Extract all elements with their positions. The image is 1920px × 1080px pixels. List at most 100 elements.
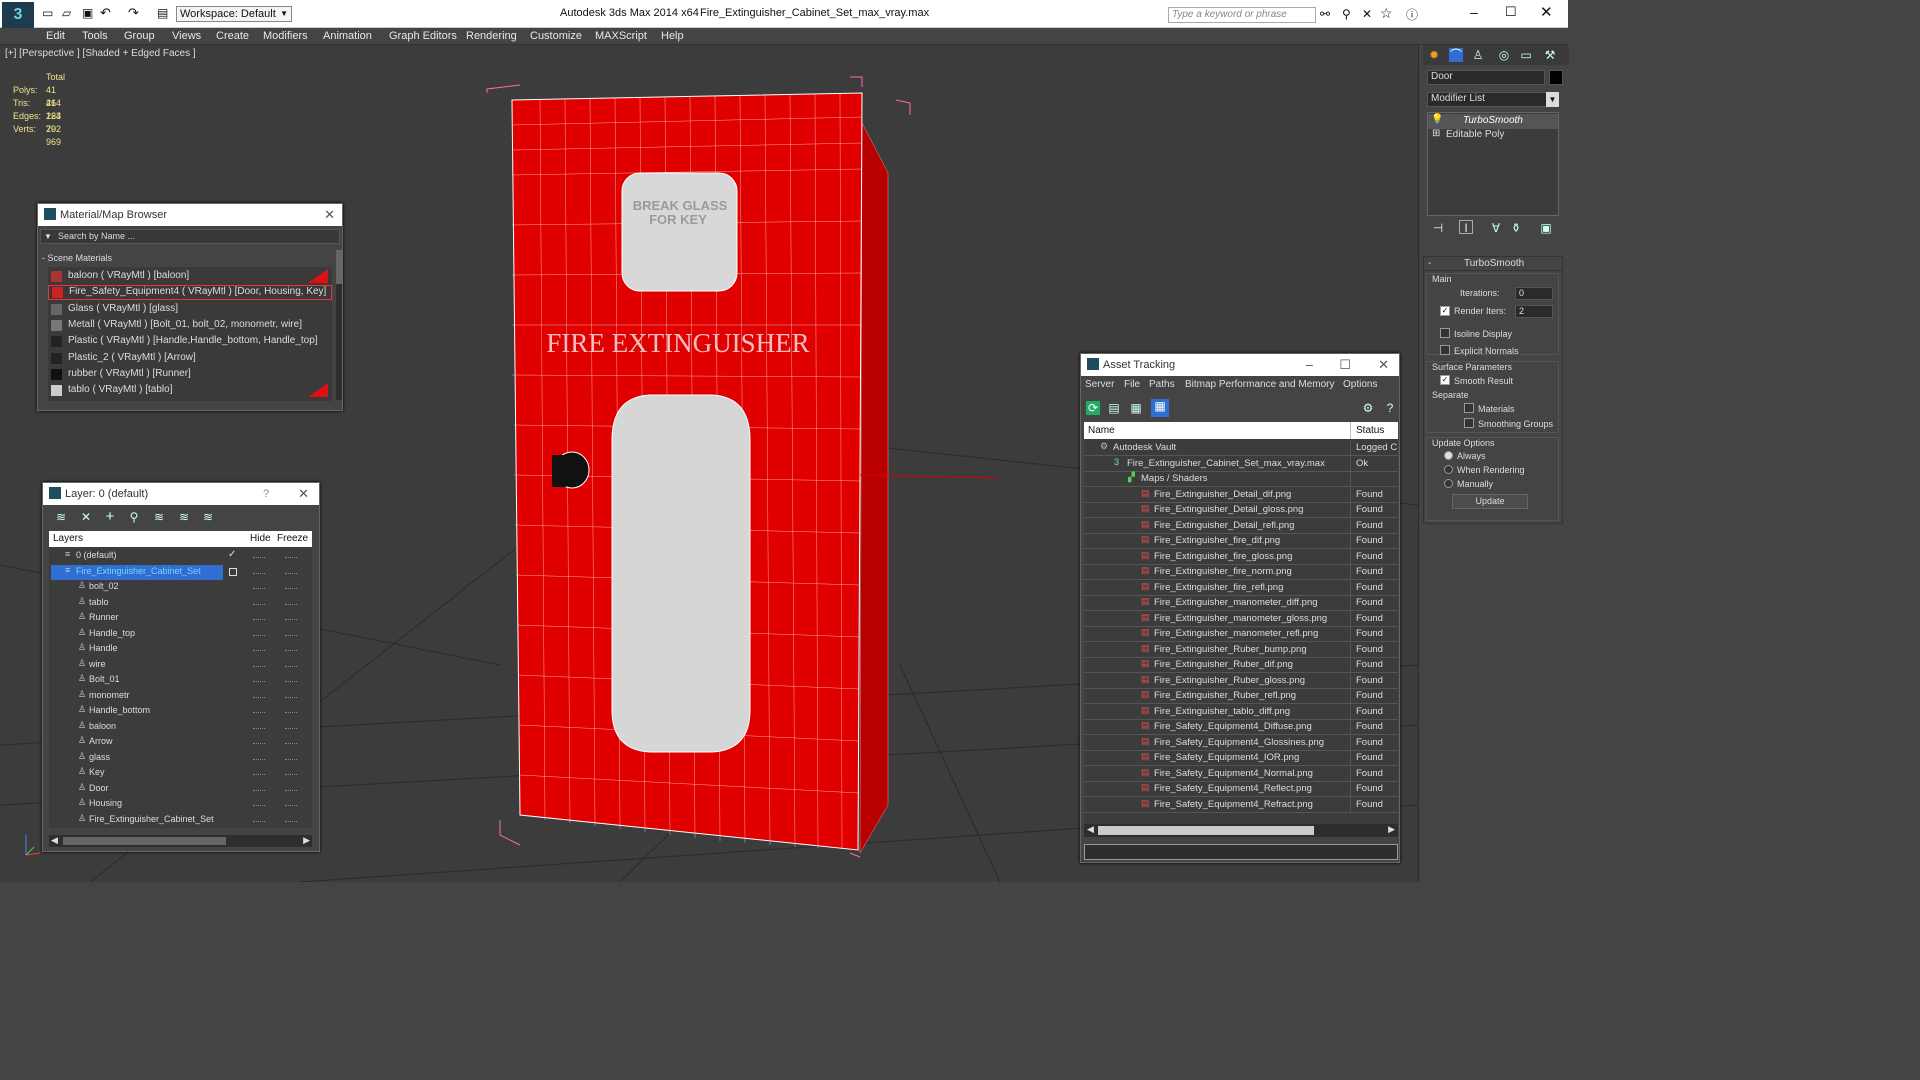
current-layer-check-icon[interactable]: ✓ [228,549,236,560]
make-unique-icon[interactable]: ∀ [1489,221,1503,235]
open-file-icon[interactable]: ▱ [62,6,71,20]
freeze-toggle[interactable] [285,681,297,682]
maximize-icon[interactable]: ☐ [1505,4,1517,20]
redo-icon[interactable]: ↷ [128,5,139,21]
new-file-icon[interactable]: ▭ [42,6,53,20]
menu-help[interactable]: Help [661,30,684,42]
material-item[interactable]: rubber ( VRayMtl ) [Runner] [48,367,332,382]
minimize-icon[interactable]: – [1470,4,1478,20]
menu-views[interactable]: Views [172,30,201,42]
asset-row[interactable]: ▤ Fire_Safety_Equipment4_Glossines.png Fou… [1084,735,1398,751]
hide-toggle[interactable] [253,712,265,713]
hide-toggle[interactable] [253,820,265,822]
menu-maxscript[interactable]: MAXScript [595,30,647,42]
list-view-icon[interactable]: ▤ [1107,401,1121,415]
show-end-result-icon[interactable]: I [1459,220,1473,235]
scroll-right-icon[interactable]: ▶ [303,835,310,846]
layer-row[interactable]: ♙ tablo [49,596,312,611]
asset-row[interactable]: ▤ Fire_Extinguisher_Ruber_gloss.png Found [1084,673,1398,689]
asset-row[interactable]: ▤ Fire_Extinguisher_Detail_gloss.png Found [1084,503,1398,518]
layer-row[interactable]: ♙ Handle_bottom [49,704,312,719]
freeze-toggle[interactable] [285,588,297,589]
menu-edit[interactable]: Edit [46,30,65,42]
freeze-toggle[interactable] [285,634,297,636]
delete-layer-icon[interactable]: ✕ [79,510,93,524]
materials-checkbox[interactable] [1464,403,1474,413]
hide-toggle[interactable] [253,805,265,806]
hide-toggle[interactable] [253,789,265,791]
freeze-toggle[interactable] [285,758,297,760]
thumbnail-view-icon[interactable]: ▦ [1129,401,1143,415]
material-search-input[interactable]: ▼ Search by Name ... [40,229,340,244]
star-icon[interactable]: ☆ [1380,5,1393,22]
asset-menu-file[interactable]: File [1124,379,1140,390]
layer-panel-header[interactable]: Layer: 0 (default) ? ✕ [43,483,319,505]
configure-sets-icon[interactable]: ▣ [1539,221,1553,235]
new-layer-icon[interactable]: ≋ [54,510,68,524]
col-freeze[interactable]: Freeze [277,533,308,544]
menu-modifiers[interactable]: Modifiers [263,30,308,42]
help-button[interactable]: ? [263,488,269,500]
layer-row[interactable]: ♙ baloon [49,720,312,735]
col-status[interactable]: Status [1356,425,1384,436]
highlight-layer-icon[interactable]: ≋ [152,510,166,524]
col-hide[interactable]: Hide [250,533,271,544]
asset-hscrollbar[interactable]: ◀ ▶ [1084,824,1398,837]
iterations-spinner[interactable]: 0 [1515,287,1553,300]
asset-row[interactable]: ▤ Fire_Extinguisher_Ruber_refl.png Found [1084,689,1398,704]
asset-row[interactable]: 3 Fire_Extinguisher_Cabinet_Set_max_vray.… [1084,456,1398,472]
remove-modifier-icon[interactable]: ⚱ [1509,221,1523,235]
menu-rendering[interactable]: Rendering [466,30,517,42]
minimize-icon[interactable]: – [1306,357,1313,372]
utilities-tab-icon[interactable]: ⚒ [1543,48,1557,62]
render-iters-spinner[interactable]: 2 [1515,305,1553,318]
freeze-toggle[interactable] [285,650,297,651]
freeze-toggle[interactable] [285,727,297,729]
app-logo[interactable]: 3 [2,2,34,28]
layer-row[interactable]: ♙ Bolt_01 [49,673,312,688]
layer-row[interactable]: ♙ bolt_02 [49,580,312,595]
save-file-icon[interactable]: ▣ [82,6,93,20]
asset-row[interactable]: ▤ Fire_Extinguisher_tablo_diff.png Found [1084,704,1398,720]
asset-row[interactable]: ▤ Fire_Extinguisher_Ruber_dif.png Found [1084,658,1398,673]
asset-tracking-header[interactable]: Asset Tracking – ☐ ✕ [1081,354,1399,376]
layer-row[interactable]: ♙ Handle [49,642,312,657]
layer-row[interactable]: ♙ monometr [49,689,312,704]
workspace-dropdown[interactable]: Workspace: Default ▼ [176,6,292,22]
layer-row-selected[interactable]: ≡ Fire_Extinguisher_Cabinet_Set [49,564,312,580]
hide-toggle[interactable] [253,696,265,698]
asset-row[interactable]: ▤ Fire_Extinguisher_manometer_refl.png Fou… [1084,627,1398,642]
asset-row[interactable]: ▤ Fire_Extinguisher_manometer_diff.png Fou… [1084,596,1398,611]
hierarchy-tab-icon[interactable]: ♙ [1471,48,1485,62]
freeze-toggle[interactable] [285,712,297,713]
asset-menu-paths[interactable]: Paths [1149,379,1175,390]
layer-row[interactable]: ♙ Door [49,782,312,797]
freeze-toggle[interactable] [285,820,297,822]
layer-row[interactable]: ♙ Runner [49,611,312,626]
asset-path-field[interactable] [1084,844,1398,860]
isoline-checkbox[interactable] [1440,328,1450,338]
layer-row[interactable]: ♙ Housing [49,797,312,812]
material-item[interactable]: Plastic ( VRayMtl ) [Handle,Handle_botto… [48,334,332,349]
freeze-toggle[interactable] [285,774,297,775]
layer-row[interactable]: ♙ glass [49,751,312,766]
help-icon[interactable]: ? [1383,401,1397,415]
scroll-right-icon[interactable]: ▶ [1388,824,1395,835]
scroll-left-icon[interactable]: ◀ [51,835,58,846]
freeze-toggle[interactable] [285,572,297,574]
motion-tab-icon[interactable]: ◎ [1497,48,1511,62]
layer-row[interactable]: ♙ Fire_Extinguisher_Cabinet_Set [49,813,312,828]
asset-row[interactable]: ▤ Fire_Extinguisher_Detail_dif.png Found [1084,487,1398,503]
asset-row[interactable]: ▤ Fire_Extinguisher_fire_dif.png Found [1084,534,1398,549]
pin-stack-icon[interactable]: ⊣ [1431,221,1445,235]
lightbulb-icon[interactable]: 💡 [1431,114,1443,125]
freeze-toggle[interactable] [285,557,297,558]
material-item[interactable]: Glass ( VRayMtl ) [glass] [48,302,332,317]
asset-menu-bitmap[interactable]: Bitmap Performance and Memory [1185,379,1335,390]
scroll-left-icon[interactable]: ◀ [1087,824,1094,835]
freeze-all-icon[interactable]: ≋ [201,510,215,524]
material-item[interactable]: Plastic_2 ( VRayMtl ) [Arrow] [48,351,332,366]
set-current-layer-icon[interactable] [229,567,237,576]
explicit-normals-checkbox[interactable] [1440,345,1450,355]
asset-menu-options[interactable]: Options [1343,379,1377,390]
